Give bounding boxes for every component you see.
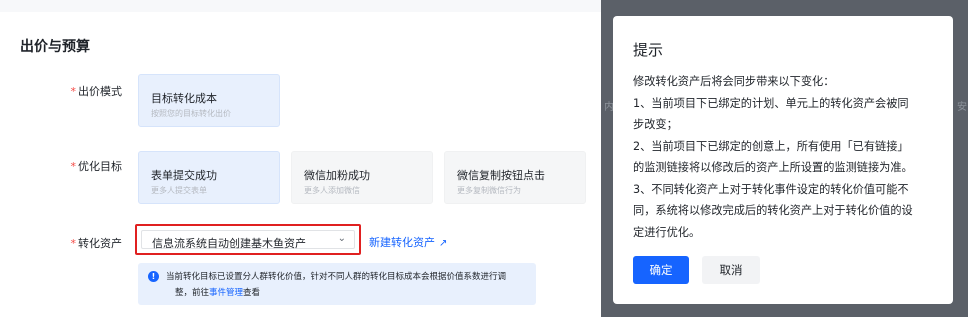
goal-card-form-submit[interactable]: 表单提交成功 更多人提交表单 (138, 151, 280, 204)
required-mark: * (70, 237, 77, 250)
background-fragment: 安 (957, 102, 967, 113)
required-mark: * (70, 160, 77, 173)
card-subtitle: 更多复制微信行为 (457, 186, 521, 195)
bid-mode-card-target-cost[interactable]: 目标转化成本 按照您的目标转化出价 (138, 74, 280, 127)
dialog-line: 的监测链接将以修改后的资产上所设置的监测链接为准。 (633, 161, 913, 174)
dialog-line: 步改变； (633, 118, 678, 131)
info-icon: ! (148, 271, 159, 282)
bid-budget-panel: 出价与预算 * 出价模式 目标转化成本 按照您的目标转化出价 * 优化目标 表单提交… (0, 0, 601, 317)
goal-card-wechat-copy-click[interactable]: 微信复制按钮点击 更多复制微信行为 (444, 151, 586, 204)
event-management-link[interactable]: 事件管理 (209, 288, 243, 298)
conversion-asset-label: * 转化资产 (70, 237, 123, 250)
dialog-line: 3、不同转化资产上对于转化事件设定的转化价值可能不 (633, 182, 909, 196)
card-subtitle: 更多人添加微信 (304, 186, 360, 195)
bid-mode-label: * 出价模式 (70, 85, 123, 98)
new-conversion-asset-link[interactable]: 新建转化资产 ↗ (369, 234, 447, 250)
notice-line-2: 整，前往事件管理查看 (175, 288, 261, 298)
confirm-dialog: 提示 修改转化资产后将会同步带来以下变化： 1、当前项目下已绑定的计划、单元上的… (613, 16, 953, 304)
required-mark: * (70, 85, 77, 98)
section-title: 出价与预算 (20, 39, 90, 55)
card-subtitle: 更多人提交表单 (151, 186, 207, 195)
modal-overlay: 内 安 提示 修改转化资产后将会同步带来以下变化： 1、当前项目下已绑定的计划、… (601, 0, 968, 317)
dialog-line: 1、当前项目下已绑定的计划、单元上的转化资产会被同 (633, 96, 909, 110)
select-inner: 信息流系统自动创建基木鱼资产 ⌄ (141, 230, 355, 250)
card-subtitle: 按照您的目标转化出价 (151, 109, 231, 118)
notice-line-1: 当前转化目标已设置分人群转化价值，针对不同人群的转化目标成本会根据价值系数进行调 (166, 272, 507, 282)
dialog-line: 修改转化资产后将会同步带来以下变化： (633, 75, 835, 88)
card-title: 微信加粉成功 (304, 169, 370, 182)
chevron-down-icon: ⌄ (337, 233, 346, 244)
conversion-asset-select[interactable]: 信息流系统自动创建基木鱼资产 ⌄ (135, 224, 361, 255)
optimization-goal-label: * 优化目标 (70, 160, 123, 173)
card-title: 目标转化成本 (151, 92, 217, 105)
confirm-button[interactable]: 确定 (633, 256, 689, 284)
select-value: 信息流系统自动创建基木鱼资产 (152, 237, 306, 250)
card-title: 表单提交成功 (151, 169, 217, 182)
value-notice: ! 当前转化目标已设置分人群转化价值，针对不同人群的转化目标成本会根据价值系数进… (138, 263, 536, 305)
dialog-line: 同，系统将以修改完成后的转化资产上对于转化价值的设 (633, 204, 913, 217)
dialog-body: 修改转化资产后将会同步带来以下变化： 1、当前项目下已绑定的计划、单元上的转化资… (633, 71, 945, 243)
goal-card-wechat-follow[interactable]: 微信加粉成功 更多人添加微信 (291, 151, 433, 204)
dialog-line: 2、当前项目下已绑定的创意上，所有使用「已有链接」 (633, 139, 909, 153)
dialog-line: 定进行优化。 (633, 225, 701, 239)
dialog-title: 提示 (633, 41, 664, 59)
card-title: 微信复制按钮点击 (457, 169, 545, 182)
external-link-icon: ↗ (439, 238, 448, 249)
cancel-button[interactable]: 取消 (702, 256, 760, 284)
top-band (0, 0, 601, 12)
